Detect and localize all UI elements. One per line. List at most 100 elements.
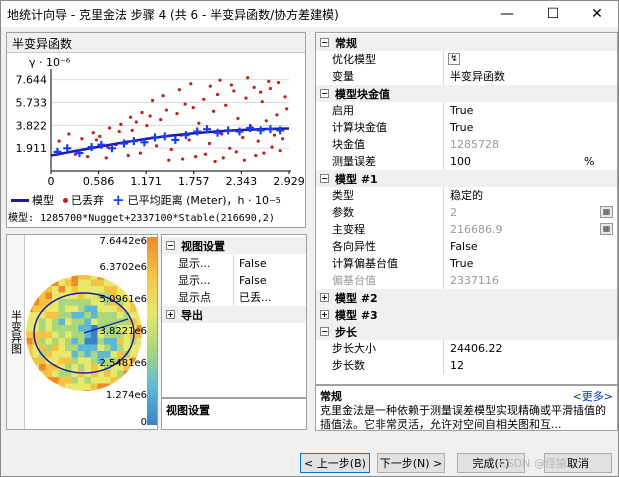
surface-cell: [130, 351, 137, 358]
discarded-point: [215, 92, 220, 97]
expand-icon[interactable]: +: [320, 293, 329, 302]
discarded-point: [80, 137, 84, 141]
property-row[interactable]: 参数 2 ▦: [316, 204, 617, 221]
expand-icon[interactable]: +: [166, 310, 175, 319]
property-value[interactable]: 半变异函数: [446, 68, 596, 85]
surface-cell: [32, 357, 39, 364]
calculator-icon[interactable]: ▦: [600, 206, 613, 218]
discarded-point: [285, 107, 289, 111]
surface-cell: [32, 351, 39, 358]
surface-cell: [65, 286, 72, 293]
surface-cell: [136, 351, 142, 358]
discarded-point: [98, 134, 102, 138]
colorbar-label-3: 3.8221e6: [99, 326, 147, 337]
property-row[interactable]: 变量 半变异函数: [316, 68, 617, 85]
property-row[interactable]: 各向异性 False: [316, 238, 617, 255]
expand-icon[interactable]: +: [320, 310, 329, 319]
surface-cell: [78, 279, 85, 286]
property-row[interactable]: 测量误差 100%: [316, 153, 617, 170]
property-row[interactable]: 步长数 12: [316, 357, 617, 374]
minimize-button[interactable]: —: [485, 1, 529, 27]
x-tick-label: 2.929: [273, 175, 305, 188]
property-value[interactable]: [446, 51, 596, 68]
property-category[interactable]: − 常规: [316, 34, 617, 51]
surface-cell: [136, 305, 142, 312]
discarded-point: [107, 126, 112, 130]
watermark: CSDN @怪猿: [499, 457, 567, 470]
property-row[interactable]: 计算偏基台值 True: [316, 255, 617, 272]
surface-cell: [65, 312, 72, 319]
discarded-point: [283, 95, 287, 99]
property-value[interactable]: 2: [446, 204, 596, 221]
property-value[interactable]: True: [446, 119, 596, 136]
property-row[interactable]: 步长大小 24406.22: [316, 340, 617, 357]
view-settings-row[interactable]: 显示点 已丢...: [162, 289, 306, 306]
surface-cell: [97, 383, 104, 390]
maximize-button[interactable]: ☐: [531, 1, 575, 27]
surface-cell: [45, 312, 52, 319]
surface-cell: [32, 383, 39, 390]
property-value[interactable]: 216686.9: [446, 221, 596, 238]
more-link[interactable]: <更多>: [573, 388, 613, 404]
surface-cell: [71, 305, 78, 312]
discarded-point: [268, 86, 272, 91]
surface-cell: [58, 390, 65, 391]
discarded-point: [259, 90, 263, 94]
property-row[interactable]: 类型 稳定的: [316, 187, 617, 204]
property-category[interactable]: − 步长: [316, 323, 617, 340]
semivariogram-chart[interactable]: γ · 10⁻⁶ 1.911 3.822 5.733 7.644 0 0.586 1.171…: [7, 53, 305, 191]
property-row[interactable]: 主变程 216686.9 ▦: [316, 221, 617, 238]
optimize-icon[interactable]: ↯: [448, 53, 460, 65]
next-button[interactable]: 下一步(N) >: [377, 453, 445, 473]
surface-cell: [26, 357, 33, 364]
collapse-icon[interactable]: −: [320, 89, 329, 98]
colorbar-label-0: 7.6442e6: [99, 236, 147, 247]
property-category[interactable]: + 模型 #3: [316, 306, 617, 323]
calculator-icon[interactable]: ▦: [600, 223, 613, 235]
property-name: 优化模型: [332, 51, 444, 68]
property-row[interactable]: 计算块金值 True: [316, 119, 617, 136]
back-button[interactable]: < 上一步(B): [300, 453, 370, 473]
surface-cell: [84, 275, 91, 280]
property-row[interactable]: 优化模型 ↯: [316, 51, 617, 68]
collapse-icon[interactable]: −: [320, 327, 329, 336]
surface-cell: [97, 312, 104, 319]
view-settings-row[interactable]: 显示... False: [162, 272, 306, 289]
property-value[interactable]: False: [446, 238, 596, 255]
surface-cell: [71, 299, 78, 306]
property-value[interactable]: 稳定的: [446, 187, 596, 204]
property-category[interactable]: − 模型块金值: [316, 85, 617, 102]
surface-cell: [91, 364, 98, 371]
property-name: 计算块金值: [332, 119, 444, 136]
discarded-point: [221, 156, 225, 160]
property-category[interactable]: + 模型 #2: [316, 289, 617, 306]
view-settings-category[interactable]: − 视图设置: [162, 237, 306, 254]
semivariogram-header: 半变异函数: [7, 33, 305, 53]
surface-cell: [26, 312, 33, 319]
surface-cell: [84, 390, 91, 391]
property-row[interactable]: 块金值 1285728: [316, 136, 617, 153]
close-button[interactable]: ✕: [575, 1, 619, 27]
surface-cell: [71, 318, 78, 325]
description-title: 常规: [320, 390, 342, 403]
collapse-icon[interactable]: −: [320, 38, 329, 47]
view-settings-row[interactable]: 显示... False: [162, 255, 306, 272]
property-value[interactable]: 12: [446, 357, 596, 374]
property-value[interactable]: 24406.22: [446, 340, 596, 357]
property-row[interactable]: 偏基台值 2337116: [316, 272, 617, 289]
property-value[interactable]: 100: [446, 153, 596, 170]
discarded-point: [232, 89, 236, 93]
surface-cell: [84, 357, 91, 364]
surface-cell: [65, 364, 72, 371]
export-category[interactable]: + 导出: [162, 306, 306, 323]
property-row[interactable]: 启用 True: [316, 102, 617, 119]
property-value[interactable]: True: [446, 255, 596, 272]
y-unit-label: γ · 10⁻⁶: [29, 56, 71, 69]
collapse-icon[interactable]: −: [320, 174, 329, 183]
property-value[interactable]: 1285728: [446, 136, 596, 153]
property-category[interactable]: − 模型 #1: [316, 170, 617, 187]
property-value[interactable]: 2337116: [446, 272, 596, 289]
collapse-icon[interactable]: −: [166, 241, 175, 250]
y-tick-label: 1.911: [16, 142, 48, 155]
property-value[interactable]: True: [446, 102, 596, 119]
